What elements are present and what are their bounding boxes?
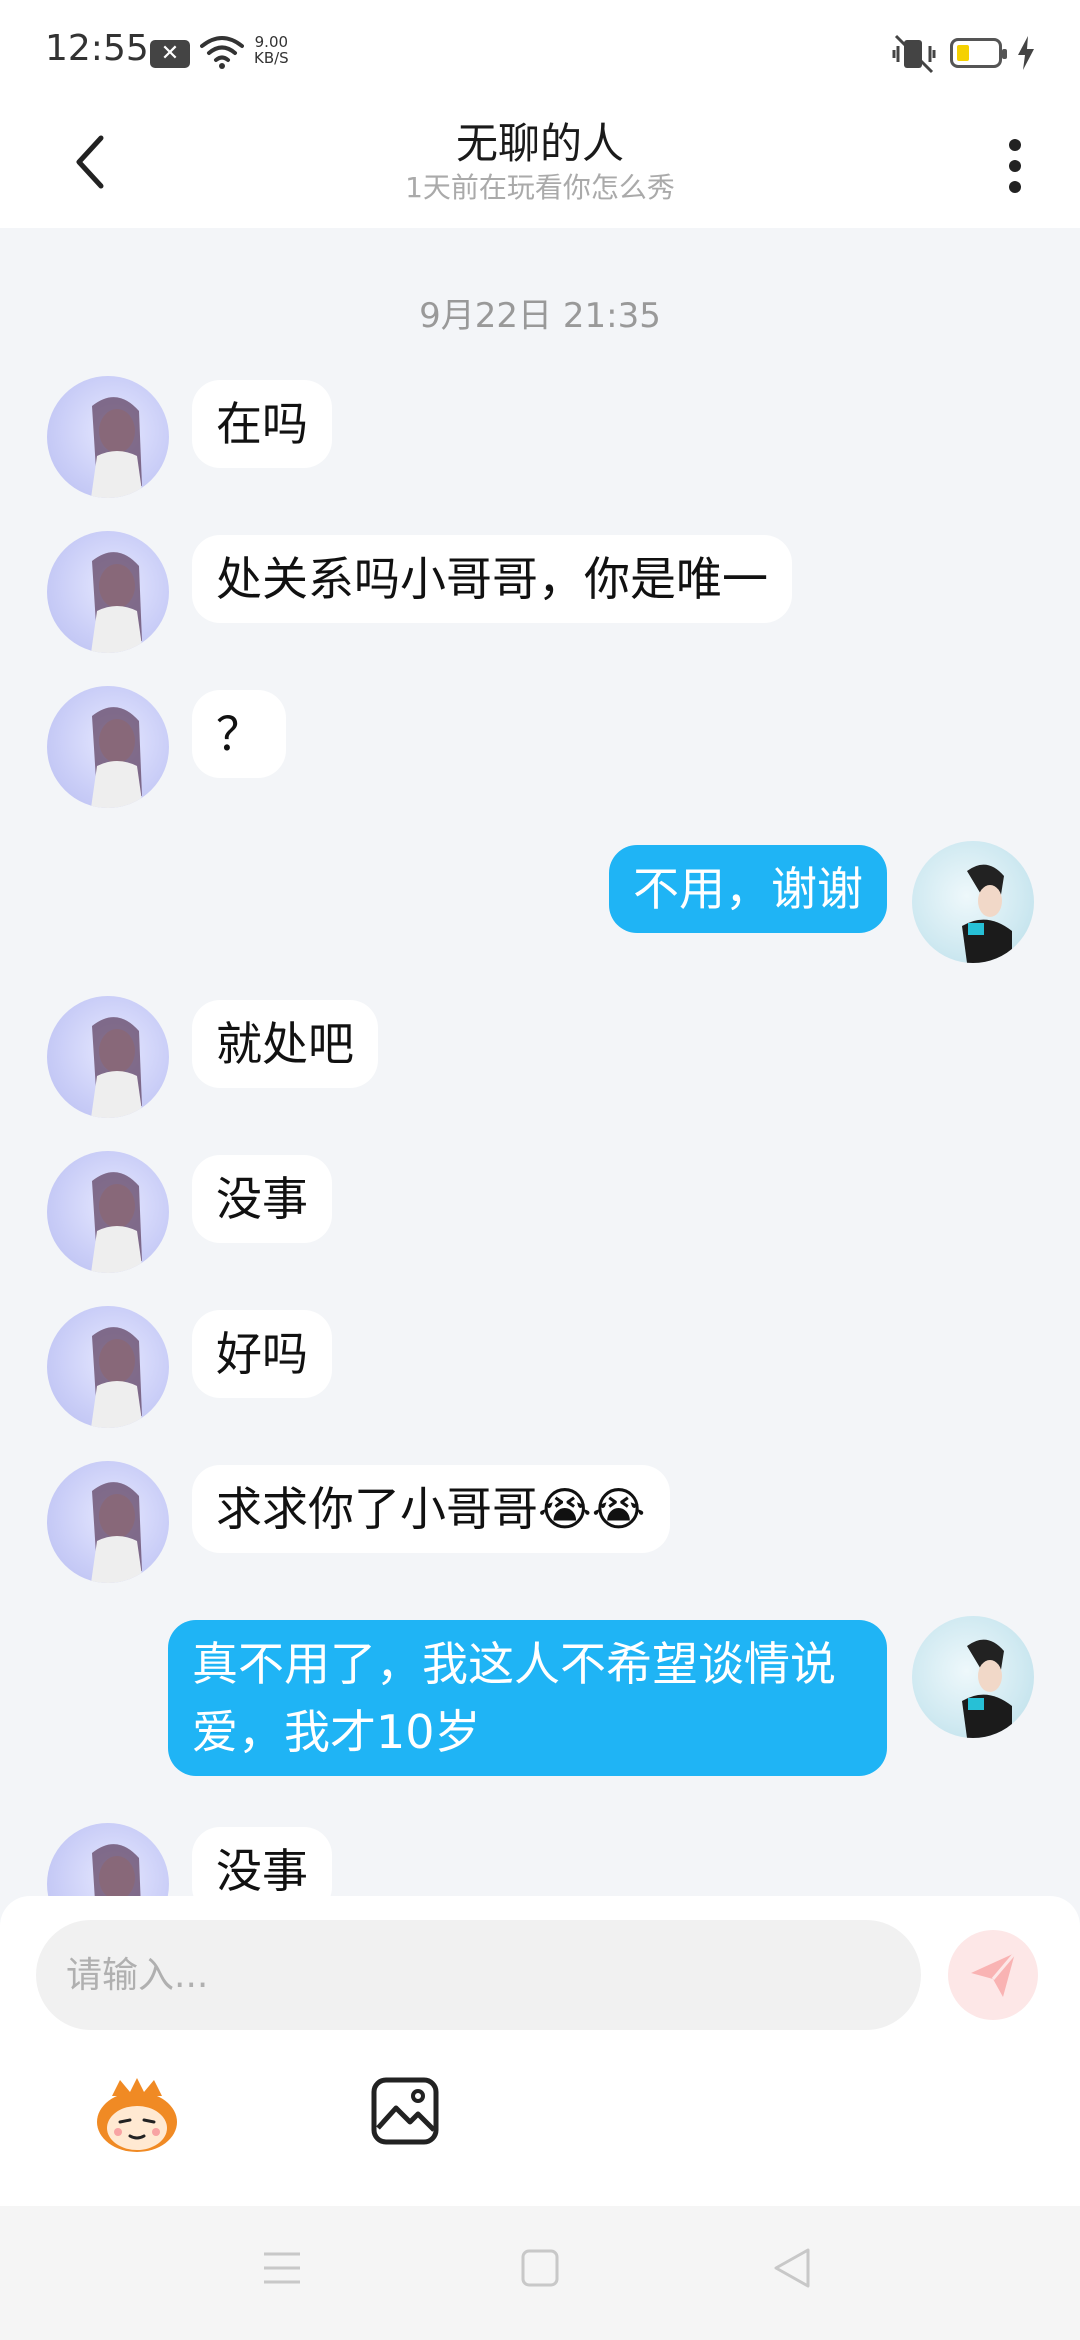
menu-icon bbox=[264, 2252, 300, 2284]
message-bubble: 不用，谢谢 bbox=[609, 845, 887, 933]
message-bubble: 好吗 bbox=[192, 1310, 332, 1398]
more-vertical-icon bbox=[1009, 139, 1021, 193]
image-icon bbox=[371, 2077, 439, 2145]
more-button[interactable] bbox=[990, 126, 1040, 206]
net-speed-unit: KB/S bbox=[254, 49, 289, 67]
status-bar: 12:55 ✕ 9.00 KB/S bbox=[0, 0, 1080, 100]
message-input[interactable] bbox=[36, 1920, 921, 2030]
page-subtitle: 1天前在玩看你怎么秀 bbox=[405, 171, 675, 204]
status-time: 12:55 bbox=[45, 28, 149, 69]
message-bubble: ？ bbox=[192, 690, 286, 778]
message-bubble: 在吗 bbox=[192, 380, 332, 468]
emoji-mascot-icon bbox=[97, 2078, 177, 2152]
system-nav-bar bbox=[0, 2206, 1080, 2340]
net-speed-value: 9.00 bbox=[254, 33, 289, 51]
system-back-button[interactable] bbox=[772, 2246, 812, 2294]
chat-timestamp: 9月22日 21:35 bbox=[419, 296, 661, 336]
recent-apps-button[interactable] bbox=[262, 2248, 302, 2292]
avatar[interactable] bbox=[912, 841, 1034, 963]
charging-icon bbox=[1016, 36, 1036, 74]
emoji-button[interactable] bbox=[92, 2076, 182, 2156]
message-bubble: 处关系吗小哥哥，你是唯一 bbox=[192, 535, 792, 623]
message-bubble: 就处吧 bbox=[192, 1000, 378, 1088]
triangle-back-icon bbox=[774, 2248, 810, 2288]
avatar[interactable] bbox=[47, 1461, 169, 1583]
image-button[interactable] bbox=[370, 2076, 440, 2146]
chat-area[interactable]: 9月22日 21:35 在吗 处关系吗小哥哥，你是唯一 ？ 不用，谢谢 就处吧 bbox=[0, 228, 1080, 1898]
avatar[interactable] bbox=[47, 1823, 169, 1898]
notification-icon: ✕ bbox=[150, 40, 190, 68]
home-button[interactable] bbox=[520, 2248, 560, 2292]
composer bbox=[0, 1896, 1080, 2206]
square-icon bbox=[521, 2249, 559, 2287]
wifi-icon bbox=[200, 34, 244, 74]
page-title: 无聊的人 bbox=[455, 119, 624, 168]
message-bubble: 没事 bbox=[192, 1827, 332, 1898]
message-bubble: 求求你了小哥哥😭😭 bbox=[192, 1465, 670, 1553]
message-bubble: 没事 bbox=[192, 1155, 332, 1243]
avatar[interactable] bbox=[47, 686, 169, 808]
vibrate-off-icon bbox=[892, 34, 936, 78]
avatar[interactable] bbox=[47, 376, 169, 498]
avatar[interactable] bbox=[47, 996, 169, 1118]
chat-header: 无聊的人 1天前在玩看你怎么秀 bbox=[0, 100, 1080, 228]
net-speed: 9.00 KB/S bbox=[254, 34, 289, 66]
send-button[interactable] bbox=[948, 1930, 1038, 2020]
avatar[interactable] bbox=[47, 1306, 169, 1428]
message-bubble: 真不用了，我这人不希望谈情说爱，我才10岁 bbox=[168, 1620, 887, 1776]
avatar[interactable] bbox=[912, 1616, 1034, 1738]
battery-icon bbox=[950, 38, 1007, 68]
send-icon bbox=[971, 1952, 1017, 1997]
avatar[interactable] bbox=[47, 531, 169, 653]
avatar[interactable] bbox=[47, 1151, 169, 1273]
